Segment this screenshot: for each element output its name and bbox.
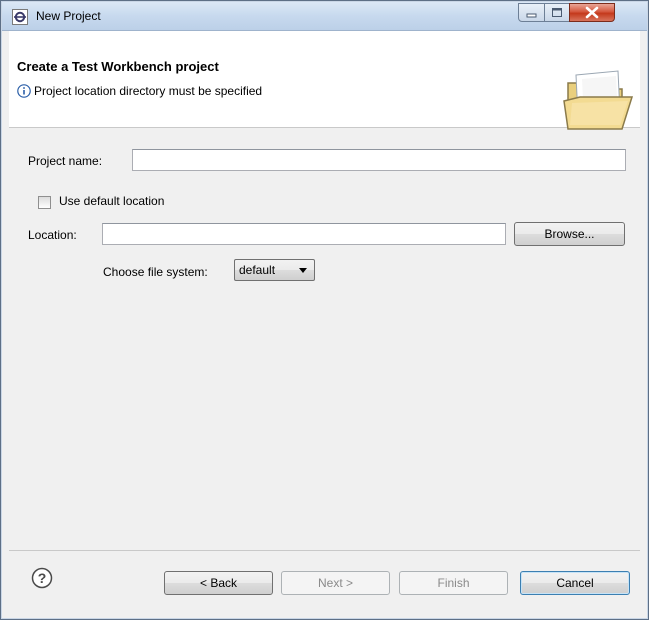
location-label: Location: [28,228,77,242]
back-button[interactable]: < Back [164,571,273,595]
browse-button[interactable]: Browse... [514,222,625,246]
use-default-location-checkbox[interactable] [38,196,51,209]
minimize-icon [526,13,537,18]
close-button[interactable] [569,3,615,22]
svg-text:?: ? [38,570,47,586]
footer-divider [9,550,640,551]
wizard-header: Create a Test Workbench project Project … [9,31,640,130]
maximize-button[interactable] [544,3,570,22]
close-icon [585,6,599,19]
title-bar[interactable]: New Project [2,2,647,31]
eclipse-app-icon [12,9,28,25]
file-system-label: Choose file system: [103,265,208,279]
project-name-input[interactable] [132,149,626,171]
file-system-select[interactable]: default [234,259,315,281]
page-title: Create a Test Workbench project [17,59,219,74]
window-title: New Project [36,9,101,23]
wizard-body: Project name: Use default location Locat… [9,128,640,549]
finish-button[interactable]: Finish [399,571,508,595]
next-button[interactable]: Next > [281,571,390,595]
minimize-button[interactable] [518,3,545,22]
cancel-button[interactable]: Cancel [520,571,630,595]
chevron-down-icon [299,268,307,273]
location-input[interactable] [102,223,506,245]
info-icon [17,84,31,98]
use-default-location-label: Use default location [59,194,165,208]
project-name-label: Project name: [28,154,103,168]
new-project-dialog: New Project Create a Test Workbench proj… [0,0,649,620]
maximize-icon [552,8,562,17]
status-message: Project location directory must be speci… [34,84,263,98]
file-system-value: default [239,263,276,277]
help-icon[interactable]: ? [31,567,53,589]
